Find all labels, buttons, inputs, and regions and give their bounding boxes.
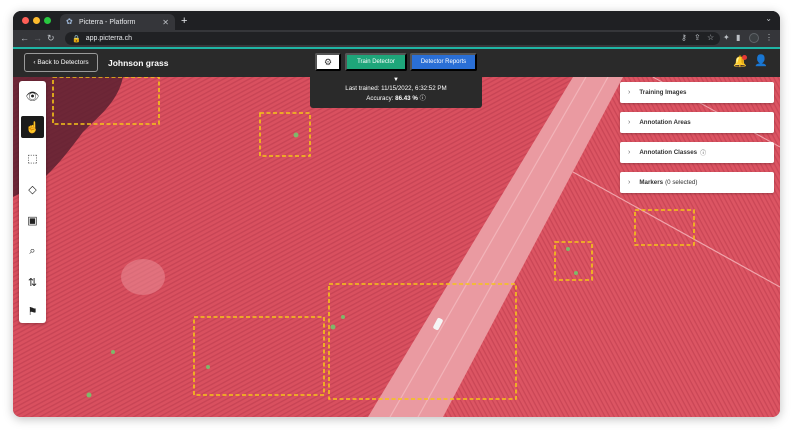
detector-reports-button[interactable]: Detector Reports xyxy=(410,53,477,71)
minimize-window-button[interactable] xyxy=(33,17,40,24)
weed-spot xyxy=(341,315,345,319)
menu-kebab-icon[interactable]: ⋮ xyxy=(765,33,773,43)
tab-search-chevron-icon[interactable]: ⌄ xyxy=(765,14,772,23)
info-icon[interactable]: ⓘ xyxy=(420,95,426,102)
lock-icon: 🔒 xyxy=(72,35,81,43)
weed-spot xyxy=(330,324,336,330)
last-trained-value: 11/15/2022, 6:32:52 PM xyxy=(381,85,447,92)
caret-down-icon[interactable]: ▼ xyxy=(310,77,482,84)
omnibox[interactable]: 🔒 app.picterra.ch xyxy=(65,32,720,45)
visibility-eye-icon[interactable]: 👁 xyxy=(21,85,44,107)
train-detector-button[interactable]: Train Detector xyxy=(345,53,407,71)
pan-hand-icon[interactable]: ☝ xyxy=(21,116,44,138)
detector-name: Johnson grass xyxy=(108,58,169,68)
weed-spot xyxy=(566,247,570,251)
app-header: ‹ Back to Detectors Johnson grass ⚙ Trai… xyxy=(13,49,780,77)
tab-strip: ✿ Picterra - Platform ✕ + ⌄ xyxy=(13,11,780,30)
last-trained-line: Last trained: 11/15/2022, 6:32:52 PM xyxy=(310,84,482,94)
back-arrow-icon[interactable]: ← xyxy=(20,33,29,43)
tab-close-icon[interactable]: ✕ xyxy=(162,18,169,27)
browser-window: ✿ Picterra - Platform ✕ + ⌄ ← → ↻ 🔒 app.… xyxy=(13,11,780,417)
info-icon[interactable]: ⓘ xyxy=(700,148,706,157)
zoom-area-icon[interactable]: ⌕ xyxy=(21,240,44,262)
extensions-puzzle-icon[interactable]: ✦ xyxy=(723,33,730,43)
url-text: app.picterra.ch xyxy=(85,35,133,42)
key-icon[interactable]: ⚷ xyxy=(681,33,687,43)
chevron-right-icon: › xyxy=(628,149,631,156)
reload-icon[interactable]: ↻ xyxy=(47,33,55,43)
bare-soil-patch xyxy=(121,259,165,295)
back-to-detectors-button[interactable]: ‹ Back to Detectors xyxy=(24,53,98,72)
training-info-popup: ▼ Last trained: 11/15/2022, 6:32:52 PM A… xyxy=(310,77,482,108)
polygon-tool-icon[interactable]: ◇ xyxy=(21,178,44,200)
chevron-right-icon: › xyxy=(628,179,631,186)
panel-training-images[interactable]: › Training Images xyxy=(620,82,774,103)
notification-badge xyxy=(742,55,747,60)
weed-spot xyxy=(293,132,299,138)
chevron-right-icon: › xyxy=(628,119,631,126)
weed-spot xyxy=(111,350,115,354)
accuracy-line: Accuracy: 86.43 % ⓘ xyxy=(310,94,482,104)
weed-spot xyxy=(574,271,578,275)
panel-label: Training Images xyxy=(639,89,687,96)
weed-spot xyxy=(206,365,210,369)
address-bar: ← → ↻ 🔒 app.picterra.ch ⚷ ⇪ ☆ ✦ ▮ ⋮ xyxy=(13,30,780,47)
last-trained-label: Last trained: xyxy=(345,85,380,92)
user-account-icon[interactable]: 👤 xyxy=(754,54,768,67)
maximize-window-button[interactable] xyxy=(44,17,51,24)
select-area-icon[interactable]: ▣ xyxy=(21,209,44,231)
annotation-toolbar: 👁 ☝ ⬚ ◇ ▣ ⌕ ⇅ ⚑ xyxy=(19,81,46,323)
panel-annotation-classes[interactable]: › Annotation Classes ⓘ xyxy=(620,142,774,163)
weed-spot xyxy=(86,392,92,398)
forward-arrow-icon[interactable]: → xyxy=(33,33,42,43)
bookmark-star-icon[interactable]: ☆ xyxy=(707,33,714,43)
profile-avatar[interactable] xyxy=(749,33,759,43)
accuracy-label: Accuracy: xyxy=(366,95,394,102)
new-tab-button[interactable]: + xyxy=(181,14,187,28)
share-icon[interactable]: ⇪ xyxy=(694,33,701,43)
picterra-favicon-icon: ✿ xyxy=(66,17,73,26)
sidebar-icon[interactable]: ▮ xyxy=(736,33,740,43)
chevron-right-icon: › xyxy=(628,89,631,96)
panel-label: Markers xyxy=(639,179,664,186)
sort-arrows-icon[interactable]: ⇅ xyxy=(21,271,44,293)
markers-selected-count: (0 selected) xyxy=(665,179,698,186)
tab-title: Picterra - Platform xyxy=(79,18,136,26)
rectangle-tool-icon[interactable]: ⬚ xyxy=(21,147,44,169)
panel-label: Annotation Areas xyxy=(639,119,691,126)
panel-markers[interactable]: › Markers (0 selected) xyxy=(620,172,774,193)
panel-label: Annotation Classes xyxy=(639,149,698,156)
flag-icon[interactable]: ⚑ xyxy=(21,300,44,322)
browser-tab[interactable]: ✿ Picterra - Platform ✕ xyxy=(60,14,175,30)
panel-annotation-areas[interactable]: › Annotation Areas xyxy=(620,112,774,133)
settings-gear-icon[interactable]: ⚙ xyxy=(315,53,341,71)
accuracy-value: 86.43 % xyxy=(395,95,418,102)
close-window-button[interactable] xyxy=(22,17,29,24)
